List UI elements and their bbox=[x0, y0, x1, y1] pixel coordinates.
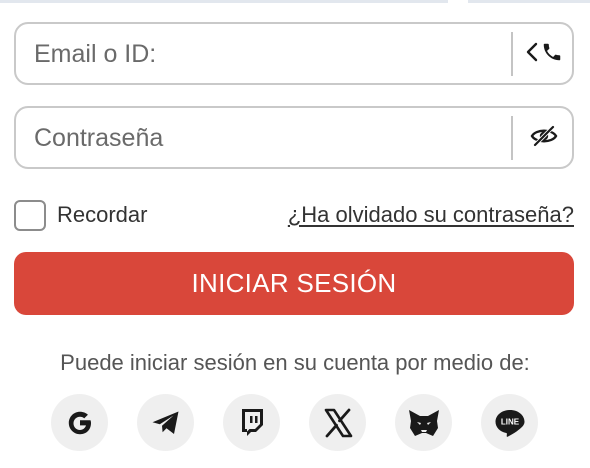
social-login-caption: Puede iniciar sesión en su cuenta por me… bbox=[60, 350, 530, 375]
telegram-login-button[interactable] bbox=[137, 394, 194, 451]
email-input[interactable] bbox=[34, 34, 494, 74]
forgot-password-link[interactable]: ¿Ha olvidado su contraseña? bbox=[288, 202, 574, 228]
remember-checkbox[interactable] bbox=[14, 200, 46, 231]
line-login-button[interactable]: LINE bbox=[481, 394, 538, 451]
twitch-icon bbox=[239, 408, 265, 438]
google-icon bbox=[63, 406, 97, 440]
eye-slash-icon bbox=[530, 125, 558, 152]
password-field-divider bbox=[511, 116, 513, 160]
password-field[interactable] bbox=[14, 106, 574, 169]
remember-label[interactable]: Recordar bbox=[57, 202, 147, 228]
top-divider-right bbox=[468, 0, 590, 3]
line-badge-text: LINE bbox=[500, 417, 519, 426]
phone-icon bbox=[541, 41, 563, 68]
top-divider-left bbox=[0, 0, 448, 3]
remember-row: Recordar ¿Ha olvidado su contraseña? bbox=[14, 198, 574, 232]
google-login-button[interactable] bbox=[51, 394, 108, 451]
social-login-buttons: LINE bbox=[0, 394, 590, 452]
email-field-divider bbox=[511, 32, 513, 76]
phone-login-toggle[interactable] bbox=[518, 34, 570, 74]
metamask-fox-icon bbox=[407, 408, 441, 438]
metamask-login-button[interactable] bbox=[395, 394, 452, 451]
show-password-toggle[interactable] bbox=[519, 118, 569, 158]
telegram-icon bbox=[151, 410, 181, 436]
twitch-login-button[interactable] bbox=[223, 394, 280, 451]
chevron-left-icon bbox=[525, 41, 539, 68]
x-icon bbox=[323, 408, 353, 438]
login-button[interactable]: INICIAR SESIÓN bbox=[14, 252, 574, 315]
line-icon: LINE bbox=[494, 408, 526, 438]
top-divider bbox=[0, 0, 590, 6]
email-field[interactable] bbox=[14, 22, 574, 85]
password-input[interactable] bbox=[34, 118, 494, 158]
x-login-button[interactable] bbox=[309, 394, 366, 451]
